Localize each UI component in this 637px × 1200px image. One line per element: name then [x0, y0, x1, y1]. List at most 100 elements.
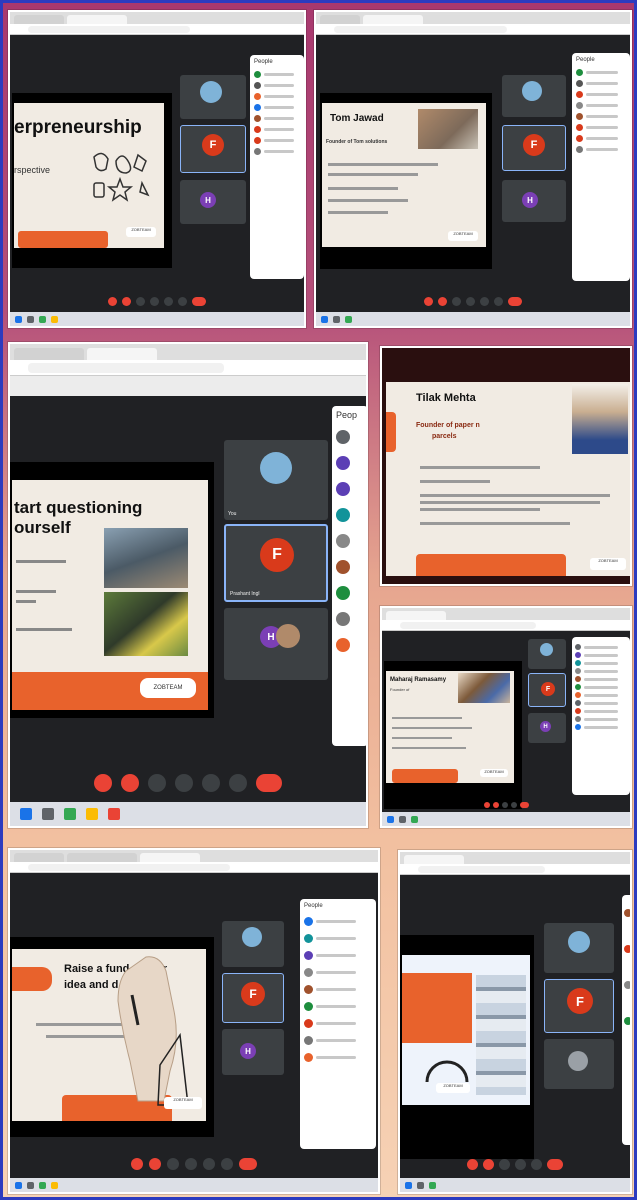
- camera-off-button[interactable]: [121, 774, 139, 792]
- participant-tile-h[interactable]: H: [222, 1029, 284, 1075]
- address-bar[interactable]: [10, 24, 304, 35]
- chrome-icon[interactable]: [39, 1181, 46, 1189]
- participant-tile-you[interactable]: [222, 921, 284, 967]
- participant-row[interactable]: [332, 502, 366, 528]
- present-button[interactable]: [510, 802, 517, 808]
- participant-row[interactable]: [622, 895, 630, 931]
- more-options-button[interactable]: [494, 297, 503, 306]
- present-button[interactable]: [203, 1158, 215, 1170]
- participant-row[interactable]: [250, 124, 304, 135]
- browser-tab[interactable]: [386, 611, 446, 620]
- participant-row[interactable]: [572, 675, 630, 683]
- more-options-button[interactable]: [178, 297, 187, 306]
- browser-tab[interactable]: [14, 348, 84, 360]
- participant-row[interactable]: [572, 683, 630, 691]
- participant-tile-f[interactable]: F: [528, 673, 566, 707]
- participant-row[interactable]: [250, 113, 304, 124]
- start-icon[interactable]: [20, 808, 32, 820]
- camera-off-button[interactable]: [492, 802, 499, 808]
- participant-row[interactable]: [572, 133, 630, 144]
- participant-row[interactable]: [300, 913, 376, 930]
- participant-row[interactable]: [622, 931, 630, 967]
- leave-call-button[interactable]: [256, 774, 282, 792]
- participant-row[interactable]: [250, 146, 304, 157]
- url-field[interactable]: [28, 363, 224, 373]
- present-button[interactable]: [515, 1159, 526, 1170]
- search-icon[interactable]: [27, 1181, 34, 1189]
- participant-tile-h[interactable]: H: [502, 180, 566, 222]
- camera-off-button[interactable]: [122, 297, 131, 306]
- url-field[interactable]: [28, 864, 231, 871]
- more-options-button[interactable]: [221, 1158, 233, 1170]
- url-field[interactable]: [334, 26, 507, 33]
- browser-tab[interactable]: [67, 15, 127, 24]
- participant-row[interactable]: [250, 69, 304, 80]
- participant-row[interactable]: [332, 424, 366, 450]
- leave-call-button[interactable]: [519, 802, 529, 808]
- participant-tile-you[interactable]: [502, 75, 566, 117]
- start-icon[interactable]: [405, 1181, 412, 1189]
- participant-tile-you[interactable]: [544, 923, 614, 973]
- captions-button[interactable]: [136, 297, 145, 306]
- leave-call-button[interactable]: [239, 1158, 257, 1170]
- browser-tab[interactable]: [320, 15, 360, 24]
- captions-button[interactable]: [499, 1159, 510, 1170]
- folder-icon[interactable]: [86, 808, 98, 820]
- present-button[interactable]: [164, 297, 173, 306]
- browser-tab[interactable]: [87, 348, 157, 360]
- more-options-button[interactable]: [531, 1159, 542, 1170]
- present-button[interactable]: [480, 297, 489, 306]
- participant-row[interactable]: [300, 964, 376, 981]
- participant-row[interactable]: [300, 1049, 376, 1066]
- mic-off-button[interactable]: [467, 1159, 478, 1170]
- browser-tab[interactable]: [140, 853, 200, 862]
- participant-row[interactable]: [250, 80, 304, 91]
- browser-tab[interactable]: [363, 15, 423, 24]
- raise-hand-button[interactable]: [150, 297, 159, 306]
- participant-row[interactable]: [332, 580, 366, 606]
- camera-off-button[interactable]: [483, 1159, 494, 1170]
- url-field[interactable]: [400, 622, 537, 629]
- participant-row[interactable]: [250, 91, 304, 102]
- present-button[interactable]: [202, 774, 220, 792]
- browser-tab[interactable]: [14, 15, 64, 24]
- mic-off-button[interactable]: [108, 297, 117, 306]
- raise-hand-button[interactable]: [185, 1158, 197, 1170]
- start-icon[interactable]: [15, 315, 22, 323]
- participant-row[interactable]: [572, 144, 630, 155]
- start-icon[interactable]: [387, 815, 394, 823]
- participant-tile-h[interactable]: H: [528, 713, 566, 743]
- participant-row[interactable]: [622, 967, 630, 1003]
- mic-off-button[interactable]: [131, 1158, 143, 1170]
- participant-row[interactable]: [300, 998, 376, 1015]
- participant-row[interactable]: [250, 135, 304, 146]
- address-bar[interactable]: [316, 24, 630, 35]
- participant-row[interactable]: [572, 651, 630, 659]
- browser-tab[interactable]: [67, 853, 137, 862]
- participant-row[interactable]: [332, 632, 366, 658]
- captions-button[interactable]: [148, 774, 166, 792]
- leave-call-button[interactable]: [508, 297, 522, 306]
- url-field[interactable]: [418, 866, 545, 873]
- folder-icon[interactable]: [51, 315, 58, 323]
- participant-tile-f[interactable]: F: [544, 979, 614, 1033]
- participant-row[interactable]: [572, 643, 630, 651]
- participant-row[interactable]: [572, 67, 630, 78]
- address-bar[interactable]: [10, 360, 366, 376]
- captions-button[interactable]: [167, 1158, 179, 1170]
- participant-row[interactable]: [572, 691, 630, 699]
- search-icon[interactable]: [27, 315, 34, 323]
- camera-off-button[interactable]: [438, 297, 447, 306]
- participant-tile-f[interactable]: F Prashant Ingl: [224, 524, 328, 602]
- search-icon[interactable]: [399, 815, 406, 823]
- participant-row[interactable]: [572, 111, 630, 122]
- participant-row[interactable]: [250, 102, 304, 113]
- chrome-icon[interactable]: [429, 1181, 436, 1189]
- participant-row[interactable]: [332, 450, 366, 476]
- participant-tile-h[interactable]: [544, 1039, 614, 1089]
- leave-call-button[interactable]: [547, 1159, 563, 1170]
- browser-tab[interactable]: [14, 853, 64, 862]
- start-icon[interactable]: [15, 1181, 22, 1189]
- participant-tile-f[interactable]: F: [180, 125, 246, 173]
- url-field[interactable]: [28, 26, 190, 33]
